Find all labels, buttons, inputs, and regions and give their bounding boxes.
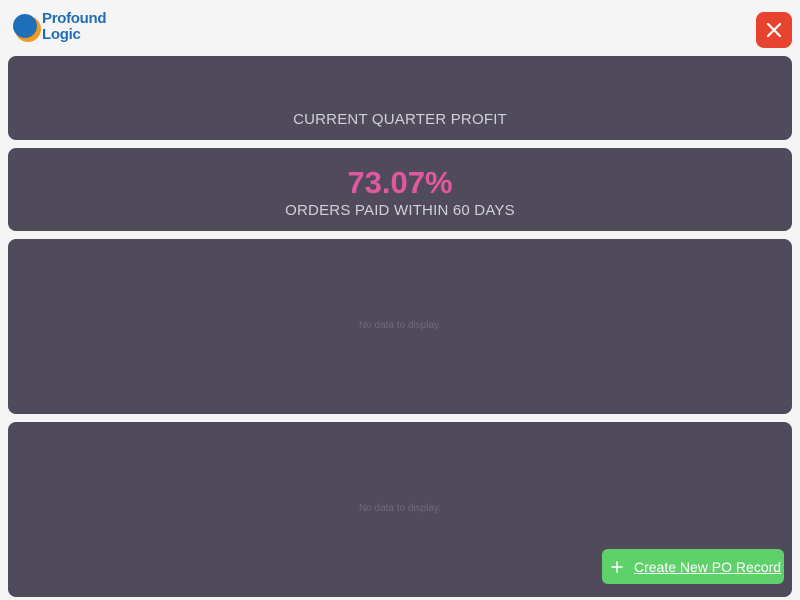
create-po-record-button[interactable]: Create New PO Record xyxy=(602,549,784,584)
kpi-value: 73.07% xyxy=(347,165,453,200)
kpi-panel-orders-paid: 73.07% ORDERS PAID WITHIN 60 DAYS xyxy=(8,148,792,231)
plus-icon xyxy=(610,560,624,574)
chart-panel-1: No data to display. xyxy=(8,239,792,414)
kpi-label: ORDERS PAID WITHIN 60 DAYS xyxy=(285,202,515,219)
close-icon xyxy=(766,22,782,38)
logo-mark-icon xyxy=(13,14,41,42)
logo-text-line1: Profound xyxy=(42,10,107,27)
profound-logic-logo: Profound Logic xyxy=(12,11,108,45)
no-data-message: No data to display. xyxy=(358,503,442,514)
no-data-message: No data to display. xyxy=(358,320,442,331)
close-button[interactable] xyxy=(756,12,792,48)
logo-text: Profound Logic xyxy=(42,10,107,43)
kpi-label: CURRENT QUARTER PROFIT xyxy=(293,111,507,128)
logo-text-line2: Logic xyxy=(42,26,81,43)
app-header: Profound Logic xyxy=(0,0,800,56)
create-po-record-label: Create New PO Record xyxy=(634,558,782,575)
kpi-panel-current-quarter-profit: CURRENT QUARTER PROFIT xyxy=(8,56,792,140)
